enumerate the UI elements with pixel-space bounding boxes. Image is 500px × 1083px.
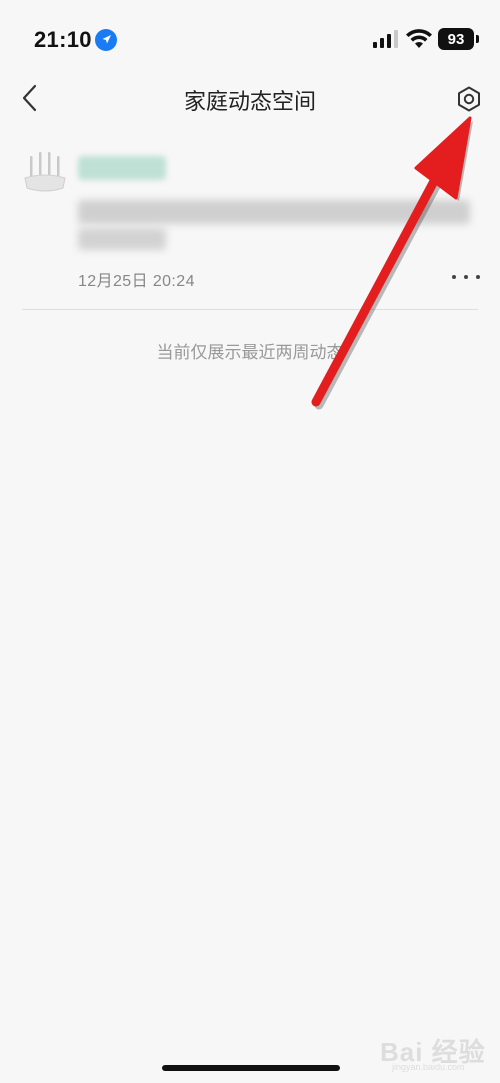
cellular-signal-icon <box>373 30 398 48</box>
status-bar: 21:10 93 <box>0 0 500 70</box>
battery-level: 93 <box>438 28 474 50</box>
settings-button[interactable] <box>450 80 488 118</box>
message-content-redacted <box>78 200 470 224</box>
feed-item: 12月25日 20:24 <box>0 140 500 310</box>
home-indicator[interactable] <box>162 1065 340 1071</box>
sender-name-redacted <box>78 156 166 180</box>
hexagon-gear-icon <box>458 86 480 112</box>
battery-tip <box>476 35 479 43</box>
page-title: 家庭动态空间 <box>183 89 316 114</box>
location-arrow-icon <box>95 29 117 51</box>
ellipsis-icon <box>452 275 480 279</box>
more-options-button[interactable] <box>444 264 488 290</box>
message-content-redacted-line2 <box>78 228 166 250</box>
divider <box>22 309 478 310</box>
wifi-icon <box>406 29 432 48</box>
nav-header: 家庭动态空间 <box>0 70 500 126</box>
post-timestamp: 12月25日 20:24 <box>78 273 195 290</box>
status-time: 21:10 <box>34 27 92 52</box>
router-icon <box>24 152 66 192</box>
recent-two-weeks-note: 当前仅展示最近两周动态 <box>156 343 344 362</box>
watermark-url: jingyan.baidu.com <box>392 1062 465 1072</box>
